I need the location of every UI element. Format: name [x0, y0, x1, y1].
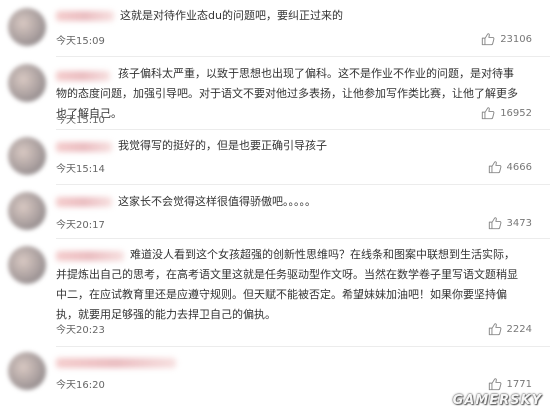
- like-count: 1771: [506, 378, 532, 390]
- divider: [56, 238, 550, 239]
- comment-text: 难道没人看到这个女孩超强的创新性思维吗？在线条和图案中联想到生活实际，并提炼出自…: [56, 248, 518, 321]
- divider: [56, 129, 550, 130]
- username-redacted[interactable]: [56, 358, 176, 368]
- comment-time: 今天15:10: [56, 115, 105, 126]
- avatar[interactable]: [8, 64, 46, 102]
- gamersky-watermark: GAMERSKY: [452, 393, 542, 408]
- like-count: 23106: [500, 33, 532, 45]
- comment-time: 今天15:14: [56, 164, 105, 175]
- divider: [56, 184, 550, 185]
- like-count: 2224: [506, 323, 532, 335]
- divider: [56, 56, 550, 57]
- comment-time: 今天16:20: [56, 380, 105, 391]
- avatar[interactable]: [8, 246, 46, 284]
- divider: [56, 346, 550, 347]
- like-count: 4666: [506, 161, 532, 173]
- comment-text: 这家长不会觉得这样很值得骄傲吧。。。。。: [118, 195, 316, 208]
- like-button[interactable]: 1771: [488, 377, 532, 391]
- like-button[interactable]: 4666: [488, 160, 532, 174]
- like-button[interactable]: 23106: [481, 32, 532, 46]
- comment-text: 我觉得写的挺好的，但是也要正确引导孩子: [118, 139, 327, 152]
- comment-time: 今天20:23: [56, 325, 105, 336]
- avatar[interactable]: [8, 137, 46, 175]
- comment-feed: 这就是对待作业态du的问题吧，要纠正过来的 今天15:09 23106 孩子偏科…: [0, 0, 550, 412]
- like-count: 3473: [506, 217, 532, 229]
- avatar[interactable]: [8, 192, 46, 230]
- thumbs-up-icon: [488, 217, 501, 230]
- comment-text: 这就是对待作业态du的问题吧，要纠正过来的: [120, 9, 343, 22]
- like-count: 16952: [500, 107, 532, 119]
- thumbs-up-icon: [488, 161, 501, 174]
- thumbs-up-icon: [482, 107, 495, 120]
- comment-time: 今天15:09: [56, 36, 105, 47]
- avatar[interactable]: [8, 352, 46, 390]
- thumbs-up-icon: [482, 33, 495, 46]
- thumbs-up-icon: [488, 378, 501, 391]
- thumbs-up-icon: [488, 323, 501, 336]
- like-button[interactable]: 3473: [488, 216, 532, 230]
- comment-time: 今天20:17: [56, 220, 105, 231]
- like-button[interactable]: 2224: [488, 322, 532, 336]
- avatar[interactable]: [8, 8, 46, 46]
- like-button[interactable]: 16952: [481, 106, 532, 120]
- comment-text: 孩子偏科太严重，以致于思想也出现了偏科。这不是作业不作业的问题，是对待事物的态度…: [56, 67, 518, 120]
